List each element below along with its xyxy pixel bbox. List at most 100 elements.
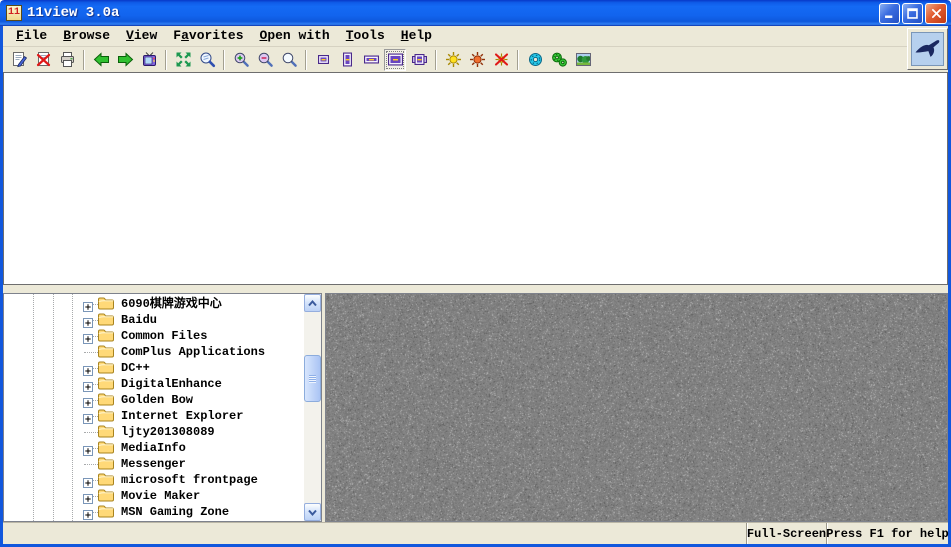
fullscreen-status: Full-Screen xyxy=(746,523,826,544)
layout-vertical-icon xyxy=(339,51,356,68)
tree-item[interactable]: 6090棋牌游戏中心 xyxy=(4,296,304,312)
tree-item[interactable]: MSN Gaming Zone xyxy=(4,504,304,520)
tree-item-label: DC++ xyxy=(121,360,150,376)
toolbar-button-preview-magnifier[interactable] xyxy=(196,49,218,71)
tree-item[interactable]: DigitalEnhance xyxy=(4,376,304,392)
scroll-down-button[interactable] xyxy=(304,503,321,521)
toolbar-button-sun-bright[interactable] xyxy=(442,49,464,71)
maximize-button[interactable] xyxy=(902,3,923,24)
expand-plus-icon[interactable] xyxy=(83,331,93,341)
toolbar-button-delete[interactable] xyxy=(32,49,54,71)
toolbar-button-sun-warm[interactable] xyxy=(466,49,488,71)
menu-item-favorites[interactable]: Favorites xyxy=(165,26,251,46)
toolbar-button-fullscreen[interactable] xyxy=(172,49,194,71)
expand-plus-icon[interactable] xyxy=(83,507,93,517)
scroll-up-button[interactable] xyxy=(304,294,321,312)
expand-plus-icon[interactable] xyxy=(83,475,93,485)
folder-icon xyxy=(98,313,114,326)
toolbar-button-print[interactable] xyxy=(56,49,78,71)
toolbar-button-layout-small[interactable] xyxy=(312,49,334,71)
folder-icon xyxy=(98,457,114,470)
tree-connector-line xyxy=(84,432,98,433)
preview-magnifier-icon xyxy=(199,51,216,68)
tree-item-label: 6090棋牌游戏中心 xyxy=(121,296,222,312)
tree-item[interactable]: Common Files xyxy=(4,328,304,344)
folder-icon xyxy=(98,297,114,310)
folder-tree: 6090棋牌游戏中心BaiduCommon FilesComPlus Appli… xyxy=(4,294,304,521)
toolbar-button-tv-slideshow[interactable] xyxy=(138,49,160,71)
folder-icon xyxy=(98,505,114,518)
tree-item-label: Baidu xyxy=(121,312,157,328)
minimize-button[interactable] xyxy=(879,3,900,24)
folder-icon xyxy=(98,345,114,358)
menu-item-help[interactable]: Help xyxy=(393,26,440,46)
expand-plus-icon[interactable] xyxy=(83,395,93,405)
texture-background xyxy=(326,294,947,521)
tree-item[interactable]: DC++ xyxy=(4,360,304,376)
sun-bright-icon xyxy=(445,51,462,68)
expand-plus-icon[interactable] xyxy=(83,491,93,501)
minimize-icon xyxy=(881,5,898,22)
close-icon xyxy=(928,5,945,22)
edit-icon xyxy=(11,51,28,68)
tree-scrollbar[interactable] xyxy=(304,294,321,521)
tree-item-label: microsoft frontpage xyxy=(121,472,258,488)
expand-plus-icon[interactable] xyxy=(83,315,93,325)
tree-item-label: MediaInfo xyxy=(121,440,186,456)
scroll-thumb[interactable] xyxy=(304,355,321,402)
expand-plus-icon[interactable] xyxy=(83,299,93,309)
sun-warm-icon xyxy=(469,51,486,68)
tree-item[interactable]: MediaInfo xyxy=(4,440,304,456)
close-button[interactable] xyxy=(925,3,947,24)
tree-item[interactable]: Messenger xyxy=(4,456,304,472)
tree-item-label: MSN Gaming Zone xyxy=(121,504,229,520)
toolbar-separator xyxy=(305,50,307,70)
layout-full-icon xyxy=(387,51,404,68)
pointer-tool-button[interactable] xyxy=(907,28,948,70)
folder-icon xyxy=(98,377,114,390)
tree-item-label: Movie Maker xyxy=(121,488,200,504)
menu-item-file[interactable]: File xyxy=(8,26,55,46)
toolbar-button-layout-full[interactable] xyxy=(384,49,406,71)
tree-item-label: Common Files xyxy=(121,328,207,344)
toolbar-button-layout-panels[interactable] xyxy=(408,49,430,71)
expand-plus-icon[interactable] xyxy=(83,443,93,453)
app-window: 11 11view 3.0a FileBrowseViewFavoritesOp… xyxy=(0,0,951,547)
sun-off-icon xyxy=(493,51,510,68)
menu-item-tools[interactable]: Tools xyxy=(338,26,393,46)
toolbar-button-edit[interactable] xyxy=(8,49,30,71)
image-preview-area xyxy=(3,72,948,285)
tree-item[interactable]: ljty201308089 xyxy=(4,424,304,440)
browse-content-pane xyxy=(325,293,948,522)
toolbar-button-zoom[interactable] xyxy=(278,49,300,71)
tree-item[interactable]: Internet Explorer xyxy=(4,408,304,424)
toolbar-button-zoom-in[interactable] xyxy=(230,49,252,71)
expand-plus-icon[interactable] xyxy=(83,411,93,421)
toolbar-button-forward[interactable] xyxy=(114,49,136,71)
toolbar-button-layout-vertical[interactable] xyxy=(336,49,358,71)
menu-item-view[interactable]: View xyxy=(118,26,165,46)
tree-item-label: ljty201308089 xyxy=(121,424,215,440)
tree-item[interactable]: microsoft frontpage xyxy=(4,472,304,488)
toolbar-button-batch-gears[interactable] xyxy=(548,49,570,71)
tree-item[interactable]: Baidu xyxy=(4,312,304,328)
toolbar-button-layout-horizontal[interactable] xyxy=(360,49,382,71)
toolbar-button-sun-off[interactable] xyxy=(490,49,512,71)
folder-icon xyxy=(98,393,114,406)
toolbar-button-back[interactable] xyxy=(90,49,112,71)
tree-item-label: DigitalEnhance xyxy=(121,376,222,392)
toolbar-button-zoom-out[interactable] xyxy=(254,49,276,71)
expand-plus-icon[interactable] xyxy=(83,379,93,389)
menu-item-open-with[interactable]: Open with xyxy=(252,26,338,46)
tree-item[interactable]: Movie Maker xyxy=(4,488,304,504)
toolbar-button-settings-gear[interactable] xyxy=(524,49,546,71)
folder-icon xyxy=(98,361,114,374)
menu-item-browse[interactable]: Browse xyxy=(55,26,118,46)
tree-item[interactable]: ComPlus Applications xyxy=(4,344,304,360)
toolbar-separator xyxy=(83,50,85,70)
status-message xyxy=(3,523,746,544)
toolbar-button-wallpaper[interactable] xyxy=(572,49,594,71)
expand-plus-icon[interactable] xyxy=(83,363,93,373)
tree-item[interactable]: Golden Bow xyxy=(4,392,304,408)
chevron-down-icon xyxy=(306,506,319,519)
